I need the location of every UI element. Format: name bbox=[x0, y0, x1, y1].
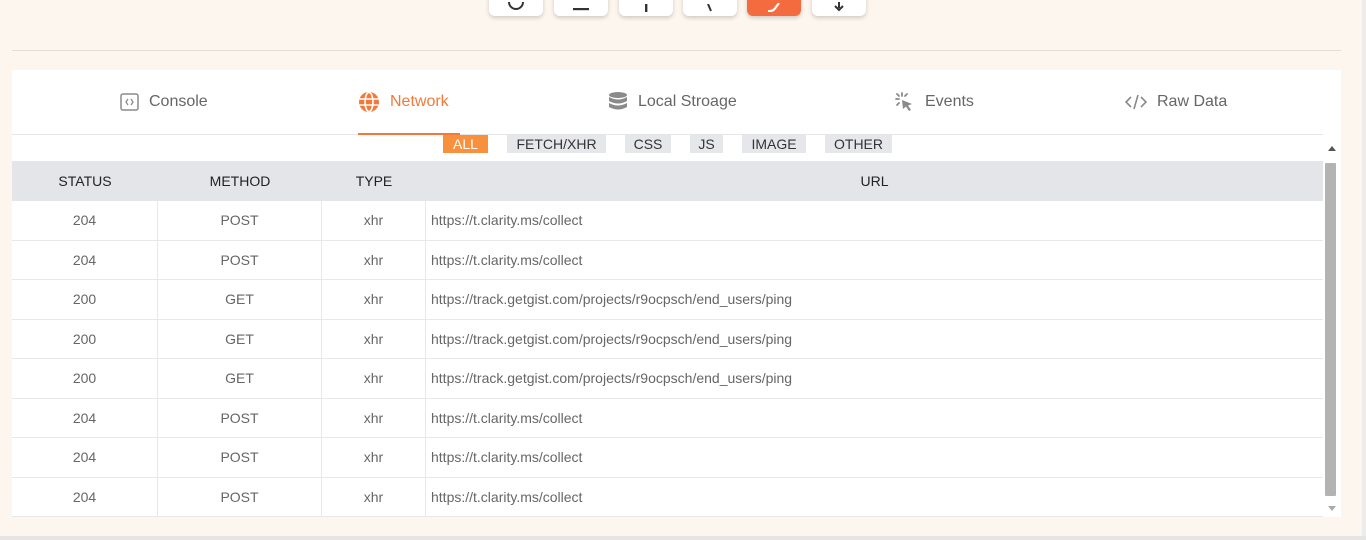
cell-type: xhr bbox=[322, 319, 426, 358]
cell-type: xhr bbox=[322, 438, 426, 477]
filter-image[interactable]: IMAGE bbox=[742, 135, 806, 153]
network-table: STATUS METHOD TYPE URL 204 POST xhr http… bbox=[12, 161, 1323, 517]
cell-status: 200 bbox=[12, 359, 158, 398]
menu-button[interactable] bbox=[554, 0, 608, 16]
window-edge bbox=[1362, 0, 1366, 540]
cell-url: https://track.getgist.com/projects/r9ocp… bbox=[431, 291, 793, 308]
cell-method: GET bbox=[158, 319, 322, 358]
tab-local-storage[interactable]: Local Stroage bbox=[608, 70, 737, 134]
tab-bar: Console Network Local Stroage Events Raw… bbox=[12, 70, 1341, 135]
header-status[interactable]: STATUS bbox=[12, 161, 158, 201]
cell-type: xhr bbox=[322, 240, 426, 279]
cell-url: https://t.clarity.ms/collect bbox=[431, 488, 583, 505]
cell-status: 200 bbox=[12, 280, 158, 319]
filter-all[interactable]: ALL bbox=[443, 135, 488, 153]
code-icon bbox=[1125, 93, 1147, 111]
table-row[interactable]: 204 POST xhr https://t.clarity.ms/collec… bbox=[12, 240, 1323, 280]
timer-icon bbox=[508, 2, 524, 10]
filter-css[interactable]: CSS bbox=[625, 135, 671, 153]
cell-method: POST bbox=[158, 477, 322, 516]
caret-down-icon bbox=[1328, 506, 1336, 511]
tab-label-events: Events bbox=[925, 93, 974, 110]
table-row[interactable]: 204 POST xhr https://t.clarity.ms/collec… bbox=[12, 438, 1323, 478]
vertical-scrollbar[interactable] bbox=[1323, 134, 1341, 517]
cell-method: POST bbox=[158, 398, 322, 437]
cell-method: POST bbox=[158, 201, 322, 240]
download-button[interactable] bbox=[812, 0, 866, 16]
draw-button[interactable] bbox=[747, 0, 801, 16]
scroll-thumb[interactable] bbox=[1325, 163, 1336, 496]
filter-other[interactable]: OTHER bbox=[825, 135, 892, 153]
table-row[interactable]: 204 POST xhr https://t.clarity.ms/collec… bbox=[12, 398, 1323, 438]
table-header: STATUS METHOD TYPE URL bbox=[12, 161, 1323, 201]
tab-events[interactable]: Events bbox=[893, 70, 974, 134]
cell-url: https://t.clarity.ms/collect bbox=[431, 449, 583, 466]
scroll-up-button[interactable] bbox=[1323, 140, 1341, 156]
pen-icon bbox=[767, 3, 780, 12]
tab-console[interactable]: Console bbox=[120, 70, 208, 134]
header-url[interactable]: URL bbox=[426, 161, 1323, 201]
table-row[interactable]: 204 POST xhr https://t.clarity.ms/collec… bbox=[12, 201, 1323, 241]
cell-type: xhr bbox=[322, 201, 426, 240]
cell-method: GET bbox=[158, 280, 322, 319]
cell-url: https://t.clarity.ms/collect bbox=[431, 212, 583, 229]
tab-network[interactable]: Network bbox=[358, 70, 460, 135]
tab-label-raw-data: Raw Data bbox=[1157, 93, 1228, 110]
scroll-down-button[interactable] bbox=[1323, 501, 1341, 517]
cell-type: xhr bbox=[322, 477, 426, 516]
cell-url: https://t.clarity.ms/collect bbox=[431, 409, 583, 426]
cell-type: xhr bbox=[322, 359, 426, 398]
table-row[interactable]: 204 POST xhr https://t.clarity.ms/collec… bbox=[12, 477, 1323, 517]
bottom-border bbox=[0, 536, 1366, 540]
cell-status: 204 bbox=[12, 201, 158, 240]
tab-label-local-storage: Local Stroage bbox=[638, 93, 737, 110]
section-divider bbox=[12, 50, 1341, 51]
tab-raw-data[interactable]: Raw Data bbox=[1125, 70, 1227, 134]
table-row[interactable]: 200 GET xhr https://track.getgist.com/pr… bbox=[12, 319, 1323, 359]
table-row[interactable]: 200 GET xhr https://track.getgist.com/pr… bbox=[12, 280, 1323, 320]
cell-url: https://track.getgist.com/projects/r9ocp… bbox=[431, 330, 793, 347]
header-type[interactable]: TYPE bbox=[322, 161, 426, 201]
database-icon bbox=[608, 91, 628, 113]
tab-label-console: Console bbox=[149, 93, 208, 110]
cell-method: GET bbox=[158, 359, 322, 398]
cell-url: https://track.getgist.com/projects/r9ocp… bbox=[431, 370, 793, 387]
header-method[interactable]: METHOD bbox=[158, 161, 322, 201]
pin-icon bbox=[645, 4, 648, 12]
tab-label-network: Network bbox=[390, 93, 449, 110]
cell-method: POST bbox=[158, 438, 322, 477]
pin-button[interactable] bbox=[619, 0, 673, 16]
globe-icon bbox=[358, 91, 380, 113]
pointer-button[interactable] bbox=[683, 0, 737, 16]
cell-type: xhr bbox=[322, 398, 426, 437]
cell-method: POST bbox=[158, 240, 322, 279]
cell-status: 204 bbox=[12, 438, 158, 477]
caret-up-icon bbox=[1328, 146, 1336, 151]
filter-bar: ALL FETCH/XHR CSS JS IMAGE OTHER bbox=[12, 134, 1327, 161]
filter-fetch-xhr[interactable]: FETCH/XHR bbox=[507, 135, 606, 153]
cell-status: 204 bbox=[12, 477, 158, 516]
cell-status: 204 bbox=[12, 240, 158, 279]
table-row[interactable]: 200 GET xhr https://track.getgist.com/pr… bbox=[12, 359, 1323, 399]
menu-icon bbox=[573, 8, 589, 11]
cell-status: 200 bbox=[12, 319, 158, 358]
pointer-icon bbox=[707, 4, 712, 12]
devtools-panel: Console Network Local Stroage Events Raw… bbox=[12, 70, 1341, 517]
click-icon bbox=[893, 91, 915, 113]
cell-status: 204 bbox=[12, 398, 158, 437]
cell-url: https://t.clarity.ms/collect bbox=[431, 251, 583, 268]
console-icon bbox=[120, 93, 139, 111]
cell-type: xhr bbox=[322, 280, 426, 319]
timer-button[interactable] bbox=[489, 0, 543, 16]
download-icon bbox=[834, 2, 844, 12]
filter-js[interactable]: JS bbox=[690, 135, 723, 153]
